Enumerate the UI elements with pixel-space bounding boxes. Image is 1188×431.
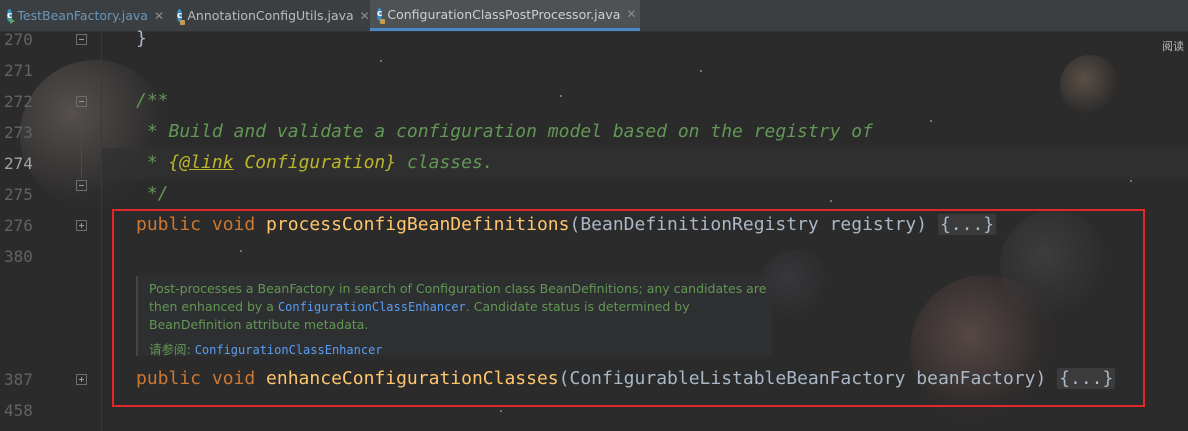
tab-label: AnnotationConfigUtils.java: [187, 8, 354, 23]
code-line-274[interactable]: * {@link Configuration} classes.: [136, 152, 494, 174]
method-name-process-config-bean-definitions[interactable]: processConfigBeanDefinitions: [266, 214, 569, 235]
close-icon[interactable]: ✕: [626, 7, 636, 21]
line-number-current: 274: [4, 154, 33, 173]
method-params: (ConfigurableListableBeanFactory beanFac…: [558, 368, 1058, 389]
code-line-387[interactable]: public void enhanceConfigurationClasses(…: [136, 368, 1116, 390]
background-star: [930, 120, 932, 122]
tab-label: TestBeanFactory.java: [17, 8, 148, 23]
keyword-modifiers: public void: [136, 214, 267, 235]
javadoc-line: then enhanced by a ConfigurationClassEnh…: [149, 299, 690, 314]
java-class-lock-icon: c: [377, 7, 386, 24]
method-params: (BeanDefinitionRegistry registry): [569, 214, 938, 235]
gutter-divider: [101, 31, 102, 431]
code-line-275[interactable]: */: [136, 183, 169, 205]
java-class-lock-icon: c: [177, 9, 186, 25]
line-number: 275: [4, 185, 33, 204]
fold-collapse-icon[interactable]: [76, 96, 87, 107]
fold-end-icon[interactable]: [76, 34, 87, 45]
background-planet: [1060, 55, 1120, 115]
javadoc-see-also: 请参阅: ConfigurationClassEnhancer: [149, 342, 383, 357]
line-number: 458: [4, 401, 33, 420]
javadoc-line: BeanDefinition attribute metadata.: [149, 317, 369, 332]
javadoc-link-tag: @link: [179, 152, 234, 173]
close-icon[interactable]: ✕: [154, 9, 164, 23]
method-name-enhance-configuration-classes[interactable]: enhanceConfigurationClasses: [266, 368, 559, 389]
background-star: [500, 410, 502, 412]
folded-code-block[interactable]: {...}: [1057, 368, 1116, 389]
keyword-modifiers: public void: [136, 368, 267, 389]
java-class-run-icon: c: [7, 9, 17, 24]
tab-test-bean-factory[interactable]: c TestBeanFactory.java ✕: [0, 0, 168, 31]
javadoc-link[interactable]: ConfigurationClassEnhancer: [278, 300, 466, 314]
fold-expand-icon[interactable]: [76, 374, 87, 385]
tab-annotation-config-utils[interactable]: c AnnotationConfigUtils.java ✕: [170, 0, 370, 31]
tab-configuration-class-post-processor[interactable]: c ConfigurationClassPostProcessor.java ✕: [370, 0, 640, 31]
background-star: [1130, 180, 1132, 182]
line-number: 380: [4, 247, 33, 266]
javadoc-link[interactable]: ConfigurationClassEnhancer: [195, 343, 383, 357]
background-star: [830, 200, 832, 202]
reader-mode-button[interactable]: 阅读: [1162, 38, 1184, 54]
close-icon[interactable]: ✕: [360, 9, 370, 23]
background-star: [240, 250, 242, 252]
background-star: [700, 70, 702, 72]
background-star: [560, 95, 562, 97]
tab-label: ConfigurationClassPostProcessor.java: [387, 6, 621, 22]
editor-tab-bar: c TestBeanFactory.java ✕ c AnnotationCon…: [0, 0, 1188, 32]
javadoc-line: Post-processes a BeanFactory in search o…: [149, 281, 767, 296]
line-number: 271: [4, 61, 33, 80]
code-line-272[interactable]: /**: [136, 90, 169, 112]
line-number: 270: [4, 30, 33, 49]
code-line-273[interactable]: * Build and validate a configuration mod…: [136, 121, 873, 143]
code-line-276[interactable]: public void processConfigBeanDefinitions…: [136, 214, 997, 236]
line-number: 273: [4, 123, 33, 142]
line-number: 276: [4, 216, 33, 235]
fold-end-icon[interactable]: [76, 180, 87, 191]
background-planet: [1000, 210, 1110, 320]
fold-expand-icon[interactable]: [76, 220, 87, 231]
code-line-270[interactable]: }: [136, 28, 147, 50]
fold-guide: [81, 108, 82, 178]
background-star: [380, 60, 382, 62]
line-number: 272: [4, 92, 33, 111]
folded-code-block[interactable]: {...}: [937, 214, 997, 235]
javadoc-link-reference[interactable]: Configuration: [234, 152, 385, 173]
background-planet: [910, 275, 1060, 425]
line-number: 387: [4, 370, 33, 389]
